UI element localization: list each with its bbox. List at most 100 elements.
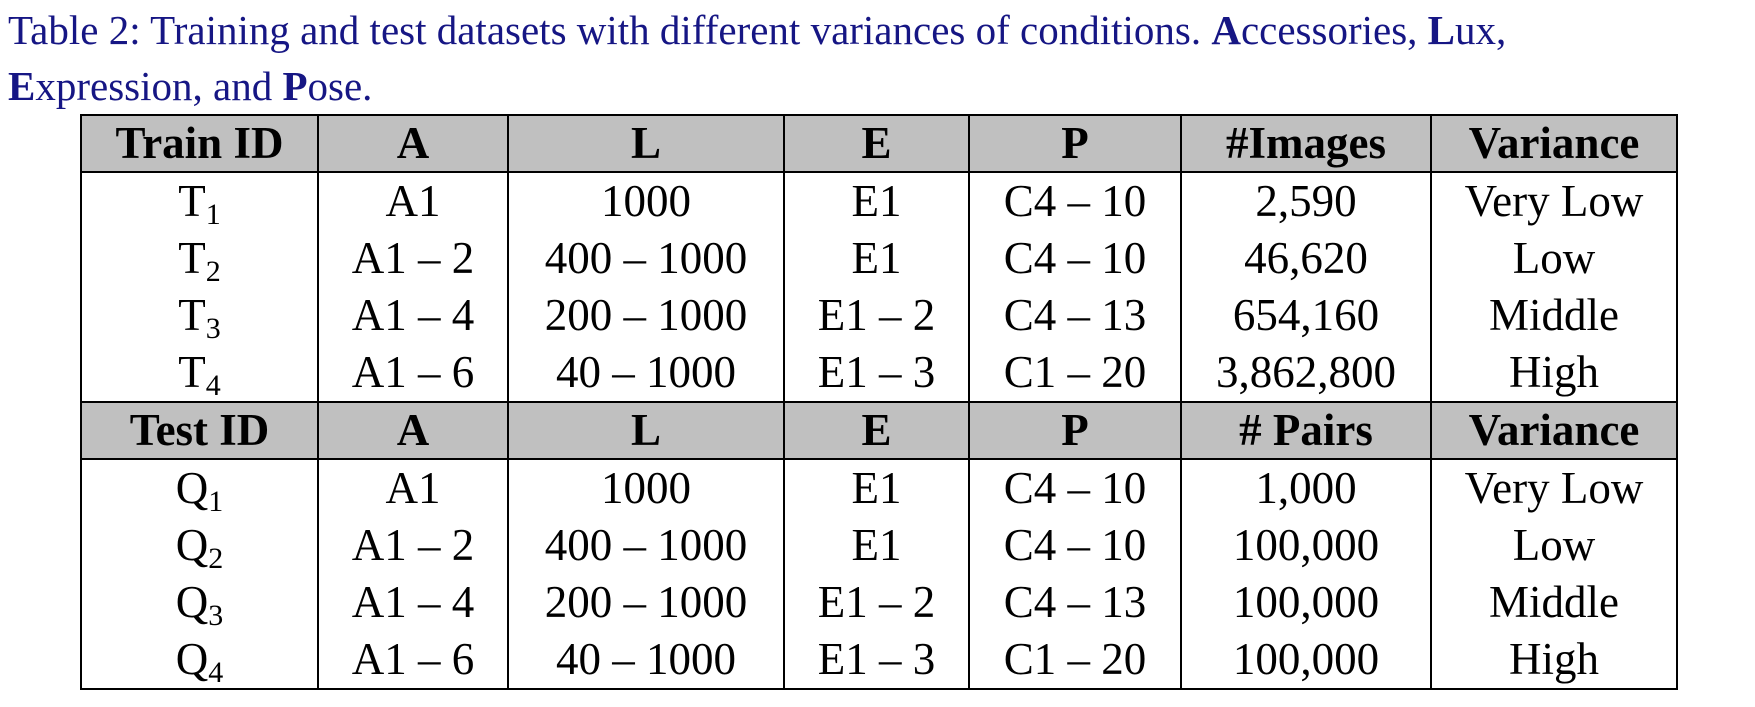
train-header-cell: A — [317, 114, 509, 173]
id-letter: T — [178, 233, 206, 283]
test-lux-cell: 1000 — [507, 459, 785, 517]
train-expression-cell: E1 — [783, 230, 970, 287]
test-accessories-cell: A1 – 6 — [317, 631, 509, 690]
train-lux-cell: 40 – 1000 — [507, 344, 785, 403]
caption-text: ccessories, — [1240, 7, 1428, 53]
id-letter: Q — [175, 520, 209, 570]
test-accessories-cell: A1 — [317, 459, 509, 517]
test-lux-cell: 400 – 1000 — [507, 517, 785, 574]
train-pose-cell: C4 – 10 — [968, 230, 1182, 287]
train-header-cell: P — [968, 114, 1182, 173]
train-pose-cell: C4 – 10 — [968, 172, 1182, 230]
caption-text: ose. — [307, 63, 373, 109]
test-pose-cell: C1 – 20 — [968, 631, 1182, 690]
train-pose-cell: C1 – 20 — [968, 344, 1182, 403]
test-accessories-cell: A1 – 4 — [317, 574, 509, 631]
test-accessories-cell: A1 – 2 — [317, 517, 509, 574]
id-subscript: 2 — [205, 255, 221, 288]
test-expression-cell: E1 – 3 — [783, 631, 970, 690]
id-letter: Q — [175, 577, 209, 627]
table-row: T2 A1 – 2 400 – 1000 E1 C4 – 10 46,620 Low — [80, 230, 1678, 288]
train-accessories-cell: A1 — [317, 172, 509, 230]
table-row: T3 A1 – 4 200 – 1000 E1 – 2 C4 – 13 654,160 Mi… — [80, 287, 1678, 345]
test-header-cell: L — [507, 401, 785, 460]
id-letter: Q — [175, 463, 209, 513]
test-variance-cell: Middle — [1430, 574, 1678, 631]
test-count-cell: 100,000 — [1180, 574, 1432, 631]
train-header-cell: Train ID — [80, 114, 319, 173]
test-id-cell: Q3 — [80, 574, 319, 632]
id-subscript: 4 — [205, 369, 221, 402]
train-id-cell: T3 — [80, 287, 319, 345]
test-id-cell: Q4 — [80, 631, 319, 690]
train-header-cell: #Images — [1180, 114, 1432, 173]
test-expression-cell: E1 — [783, 517, 970, 574]
test-lux-cell: 200 – 1000 — [507, 574, 785, 631]
train-id-cell: T4 — [80, 344, 319, 403]
test-lux-cell: 40 – 1000 — [507, 631, 785, 690]
id-letter: T — [178, 290, 206, 340]
caption-bold-p: P — [282, 63, 308, 109]
caption-text: xpression, and — [35, 63, 283, 109]
train-accessories-cell: A1 – 4 — [317, 287, 509, 344]
test-variance-cell: High — [1430, 631, 1678, 690]
train-count-cell: 654,160 — [1180, 287, 1432, 344]
train-lux-cell: 400 – 1000 — [507, 230, 785, 287]
train-accessories-cell: A1 – 6 — [317, 344, 509, 403]
test-id-cell: Q1 — [80, 459, 319, 517]
train-accessories-cell: A1 – 2 — [317, 230, 509, 287]
id-letter: T — [178, 347, 206, 397]
train-id-cell: T1 — [80, 172, 319, 231]
test-variance-cell: Low — [1430, 517, 1678, 574]
test-expression-cell: E1 — [783, 459, 970, 517]
train-id-cell: T2 — [80, 230, 319, 288]
id-subscript: 4 — [208, 656, 224, 689]
table-row: Q2 A1 – 2 400 – 1000 E1 C4 – 10 100,000 Low — [80, 517, 1678, 575]
test-header-cell: A — [317, 401, 509, 460]
train-lux-cell: 1000 — [507, 172, 785, 230]
table-row: Q4 A1 – 6 40 – 1000 E1 – 3 C1 – 20 100,000 Hig… — [80, 631, 1678, 690]
train-expression-cell: E1 – 3 — [783, 344, 970, 403]
test-count-cell: 100,000 — [1180, 517, 1432, 574]
train-header-cell: Variance — [1430, 114, 1678, 173]
test-count-cell: 1,000 — [1180, 459, 1432, 517]
table-row: T1 A1 1000 E1 C4 – 10 2,590 Very Low — [80, 172, 1678, 231]
test-header-row: Test ID A L E P # Pairs Variance — [80, 401, 1678, 460]
train-count-cell: 2,590 — [1180, 172, 1432, 230]
train-variance-cell: Low — [1430, 230, 1678, 287]
train-count-cell: 3,862,800 — [1180, 344, 1432, 403]
test-pose-cell: C4 – 10 — [968, 459, 1182, 517]
caption-text: ux, — [1455, 7, 1507, 53]
caption-bold-e: E — [8, 63, 36, 109]
test-header-cell: E — [783, 401, 970, 460]
page: Table 2: Training and test datasets with… — [0, 0, 1755, 707]
test-id-cell: Q2 — [80, 517, 319, 575]
id-subscript: 1 — [205, 198, 221, 231]
caption-bold-a: A — [1211, 7, 1241, 53]
table-caption: Table 2: Training and test datasets with… — [8, 2, 1753, 114]
test-header-cell: Test ID — [80, 401, 319, 460]
id-letter: T — [178, 176, 206, 226]
train-expression-cell: E1 — [783, 172, 970, 230]
test-expression-cell: E1 – 2 — [783, 574, 970, 631]
id-subscript: 3 — [208, 599, 224, 632]
test-pose-cell: C4 – 10 — [968, 517, 1182, 574]
id-subscript: 3 — [205, 312, 221, 345]
test-pose-cell: C4 – 13 — [968, 574, 1182, 631]
train-pose-cell: C4 – 13 — [968, 287, 1182, 344]
caption-text: Table 2: Training and test datasets with… — [8, 7, 1212, 53]
table-row: Q1 A1 1000 E1 C4 – 10 1,000 Very Low — [80, 459, 1678, 517]
datasets-table: Train ID A L E P #Images Variance T1 A1 1000 E1 C4 … — [80, 114, 1678, 690]
train-expression-cell: E1 – 2 — [783, 287, 970, 344]
test-variance-cell: Very Low — [1430, 459, 1678, 517]
train-header-cell: L — [507, 114, 785, 173]
test-header-cell: Variance — [1430, 401, 1678, 460]
train-count-cell: 46,620 — [1180, 230, 1432, 287]
train-header-row: Train ID A L E P #Images Variance — [80, 114, 1678, 173]
train-header-cell: E — [783, 114, 970, 173]
train-lux-cell: 200 – 1000 — [507, 287, 785, 344]
id-subscript: 2 — [208, 542, 224, 575]
test-header-cell: # Pairs — [1180, 401, 1432, 460]
train-variance-cell: High — [1430, 344, 1678, 403]
test-header-cell: P — [968, 401, 1182, 460]
